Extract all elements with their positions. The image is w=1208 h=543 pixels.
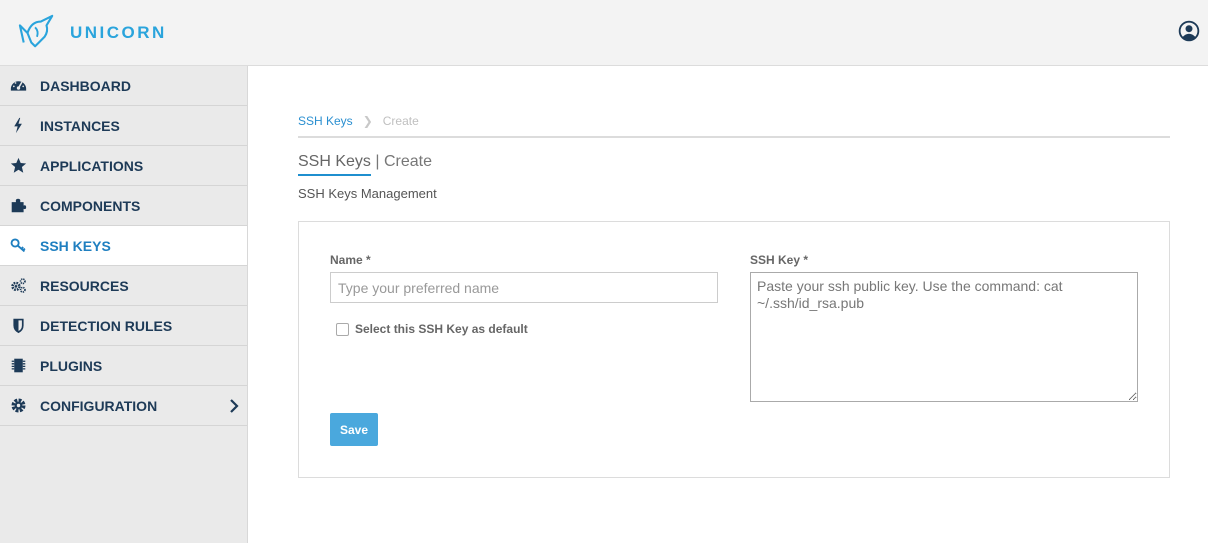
ssh-key-form: Name * Select this SSH Key as default SS… <box>298 221 1170 478</box>
sidebar-item-ssh-keys[interactable]: SSH KEYS <box>0 226 247 266</box>
shield-icon <box>9 317 27 335</box>
page-title: SSH Keys | Create <box>298 153 432 176</box>
sidebar-item-label: SSH KEYS <box>40 237 111 254</box>
sidebar-item-components[interactable]: COMPONENTS <box>0 186 247 226</box>
page-subtitle: SSH Keys Management <box>298 186 437 201</box>
page-title-separator: | <box>370 153 384 170</box>
app-logo[interactable]: UNICORN <box>18 14 167 52</box>
sidebar-item-dashboard[interactable]: DASHBOARD <box>0 66 247 106</box>
sidebar-item-label: COMPONENTS <box>40 197 141 214</box>
app-name: UNICORN <box>70 23 167 42</box>
sidebar-item-configuration[interactable]: CONFIGURATION <box>0 386 247 426</box>
page-title-sub: Create <box>383 153 432 170</box>
gear-icon <box>9 397 27 415</box>
default-key-checkbox-row[interactable]: Select this SSH Key as default <box>336 322 528 336</box>
bolt-icon <box>9 117 27 135</box>
name-label: Name * <box>330 253 371 267</box>
main-content: SSH Keys ❯ Create SSH Keys | Create SSH … <box>249 66 1208 543</box>
sidebar-item-plugins[interactable]: PLUGINS <box>0 346 247 386</box>
sidebar-item-detection-rules[interactable]: DETECTION RULES <box>0 306 247 346</box>
breadcrumb: SSH Keys ❯ Create <box>298 114 1170 138</box>
chevron-right-icon <box>230 399 239 413</box>
ssh-key-label: SSH Key * <box>750 253 809 267</box>
sidebar-item-label: CONFIGURATION <box>40 397 158 414</box>
save-button[interactable]: Save <box>330 413 378 446</box>
sidebar-item-label: INSTANCES <box>40 117 120 134</box>
top-bar: UNICORN <box>0 0 1208 66</box>
breadcrumb-ssh-keys-link[interactable]: SSH Keys <box>298 114 353 128</box>
ssh-key-textarea[interactable] <box>750 272 1138 402</box>
sidebar-item-instances[interactable]: INSTANCES <box>0 106 247 146</box>
sidebar-item-label: PLUGINS <box>40 357 103 374</box>
star-icon <box>9 157 27 175</box>
default-key-checkbox[interactable] <box>336 322 349 336</box>
name-input[interactable] <box>330 272 718 303</box>
sidebar-item-label: DETECTION RULES <box>40 317 173 334</box>
sidebar-item-label: DASHBOARD <box>40 77 131 94</box>
page-title-main: SSH Keys <box>298 153 371 176</box>
sidebar: DASHBOARD INSTANCES APPLICATIONS COMPONE… <box>0 66 248 543</box>
default-key-checkbox-label[interactable]: Select this SSH Key as default <box>355 322 528 336</box>
dashboard-icon <box>9 77 27 95</box>
chevron-right-icon: ❯ <box>362 114 373 128</box>
user-account-icon[interactable] <box>1178 20 1200 42</box>
puzzle-icon <box>9 197 27 215</box>
sidebar-item-label: RESOURCES <box>40 277 129 294</box>
breadcrumb-current: Create <box>382 114 419 128</box>
chip-icon <box>9 357 27 375</box>
sidebar-item-resources[interactable]: RESOURCES <box>0 266 247 306</box>
cogs-icon <box>9 277 27 295</box>
unicorn-logo-icon <box>18 14 54 48</box>
sidebar-item-label: APPLICATIONS <box>40 157 144 174</box>
sidebar-item-applications[interactable]: APPLICATIONS <box>0 146 247 186</box>
key-icon <box>9 237 27 255</box>
